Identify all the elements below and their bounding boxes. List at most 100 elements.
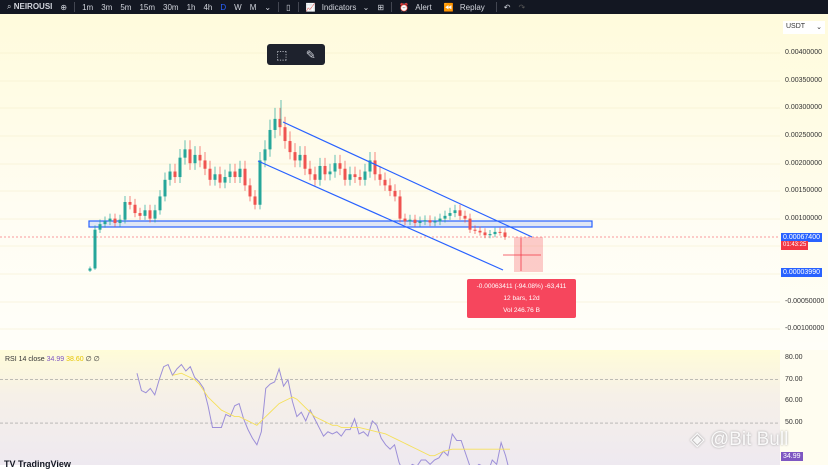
price-tick: 0.00300000 xyxy=(785,104,822,111)
candle xyxy=(493,231,497,235)
candle xyxy=(468,218,472,230)
tradingview-logo: TV TradingView xyxy=(4,459,71,469)
candle xyxy=(318,165,322,180)
price-tick: 0.00200000 xyxy=(785,160,822,167)
candle xyxy=(163,179,167,197)
candle xyxy=(408,219,412,222)
candle xyxy=(463,215,467,219)
candle xyxy=(188,149,192,164)
candle xyxy=(428,220,432,223)
candle xyxy=(173,171,177,178)
measure-tooltip: -0.00063411 (-94.08%) -63,411 12 bars, 1… xyxy=(467,279,576,318)
rsi-ma-line xyxy=(172,372,510,457)
candle xyxy=(178,157,182,178)
candle xyxy=(403,218,407,222)
rsi-extra: ∅ ∅ xyxy=(85,356,100,363)
candle xyxy=(413,219,417,224)
watermark: ◈ @Bit Bull xyxy=(690,429,789,450)
candle xyxy=(268,129,272,150)
rsi-tick: 70.00 xyxy=(785,375,803,383)
candle xyxy=(503,232,507,237)
candle xyxy=(448,213,452,216)
candle xyxy=(393,190,397,197)
candle xyxy=(338,163,342,169)
rsi-current-label: 34.99 xyxy=(781,452,803,461)
candle xyxy=(103,221,107,225)
brush-icon[interactable]: ✎ xyxy=(306,48,316,62)
candle xyxy=(118,219,122,224)
rsi-ma-value: 38.60 xyxy=(66,356,84,363)
candle xyxy=(398,196,402,219)
candle xyxy=(323,165,327,175)
candle xyxy=(423,220,427,222)
candle xyxy=(293,152,297,161)
candle xyxy=(328,171,332,175)
candle xyxy=(363,171,367,180)
measure-change: -0.00063411 (-94.08%) -63,411 xyxy=(476,283,567,290)
candle xyxy=(218,174,222,183)
select-rectangle-icon[interactable]: ⬚ xyxy=(276,48,287,62)
price-tick: 0.00250000 xyxy=(785,132,822,139)
candle xyxy=(258,160,262,205)
candle xyxy=(373,160,377,175)
currency-select[interactable]: USDT ⌄ xyxy=(783,21,825,34)
candle xyxy=(253,196,257,205)
candle xyxy=(168,171,172,180)
drawing-toolbar: ⬚ ✎ xyxy=(267,44,325,65)
candle xyxy=(498,231,502,233)
candle xyxy=(158,196,162,211)
candle xyxy=(383,179,387,186)
candle xyxy=(88,268,92,271)
candle xyxy=(248,185,252,197)
price-tick: 0.00350000 xyxy=(785,77,822,84)
candle xyxy=(418,221,422,224)
candle xyxy=(288,141,292,153)
candle xyxy=(98,224,102,230)
candle xyxy=(378,174,382,180)
candle xyxy=(128,201,132,205)
candle xyxy=(283,127,287,142)
candle xyxy=(453,210,457,214)
candle xyxy=(183,149,187,158)
candle xyxy=(203,160,207,169)
chart-drawing xyxy=(0,52,780,465)
candle xyxy=(273,118,277,130)
measure-box xyxy=(514,237,543,272)
support-zone xyxy=(88,220,593,228)
measure-volume: Vol 246.76 B xyxy=(503,307,540,314)
measure-price-label: 0.00003990 xyxy=(781,268,822,277)
candle xyxy=(298,154,302,161)
price-tick: -0.00050000 xyxy=(785,298,825,305)
candle xyxy=(143,210,147,216)
candle xyxy=(193,154,197,164)
candle xyxy=(113,218,117,224)
candle xyxy=(153,210,157,219)
price-tick: -0.00100000 xyxy=(785,325,825,332)
candle xyxy=(488,234,492,236)
candle xyxy=(108,218,112,222)
measure-bars: 12 bars, 12d xyxy=(503,295,540,302)
candle xyxy=(433,221,437,223)
candle xyxy=(133,204,137,214)
candle xyxy=(93,229,97,269)
candle xyxy=(208,168,212,180)
candle xyxy=(313,174,317,180)
candle xyxy=(308,168,312,175)
candle xyxy=(238,168,242,178)
candle xyxy=(223,177,227,183)
candle xyxy=(138,213,142,216)
rsi-tick: 50.00 xyxy=(785,419,803,427)
candle xyxy=(473,229,477,231)
candle xyxy=(353,174,357,178)
candle xyxy=(343,168,347,180)
rsi-value: 34.99 xyxy=(46,356,65,363)
candle xyxy=(388,185,392,191)
candle xyxy=(483,232,487,236)
candle xyxy=(198,154,202,161)
rsi-title: RSI 14 close xyxy=(5,356,45,363)
rsi-tick: 60.00 xyxy=(785,397,803,405)
candle xyxy=(123,201,127,220)
rsi-tick: 80.00 xyxy=(785,354,803,361)
candle xyxy=(438,218,442,222)
candle xyxy=(333,163,337,172)
